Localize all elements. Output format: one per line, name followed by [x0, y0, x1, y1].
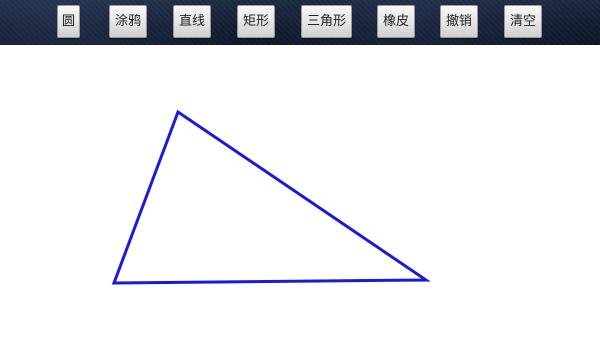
- rectangle-tool-button[interactable]: 矩形: [237, 5, 275, 38]
- doodle-tool-button[interactable]: 涂鸦: [109, 5, 147, 38]
- eraser-tool-button[interactable]: 橡皮: [377, 5, 415, 38]
- drawing-canvas[interactable]: [0, 45, 600, 338]
- canvas-svg: [111, 109, 431, 285]
- circle-tool-button[interactable]: 圆: [57, 5, 80, 38]
- toolbar: 圆 涂鸦 直线 矩形 三角形 橡皮 撤销 清空: [0, 0, 600, 45]
- line-tool-button[interactable]: 直线: [173, 5, 211, 38]
- undo-button[interactable]: 撤销: [440, 5, 478, 38]
- triangle-tool-button[interactable]: 三角形: [301, 5, 352, 38]
- drawing-app: 圆 涂鸦 直线 矩形 三角形 橡皮 撤销 清空: [0, 0, 600, 338]
- drawn-triangle: [111, 109, 431, 285]
- clear-button[interactable]: 清空: [504, 5, 542, 38]
